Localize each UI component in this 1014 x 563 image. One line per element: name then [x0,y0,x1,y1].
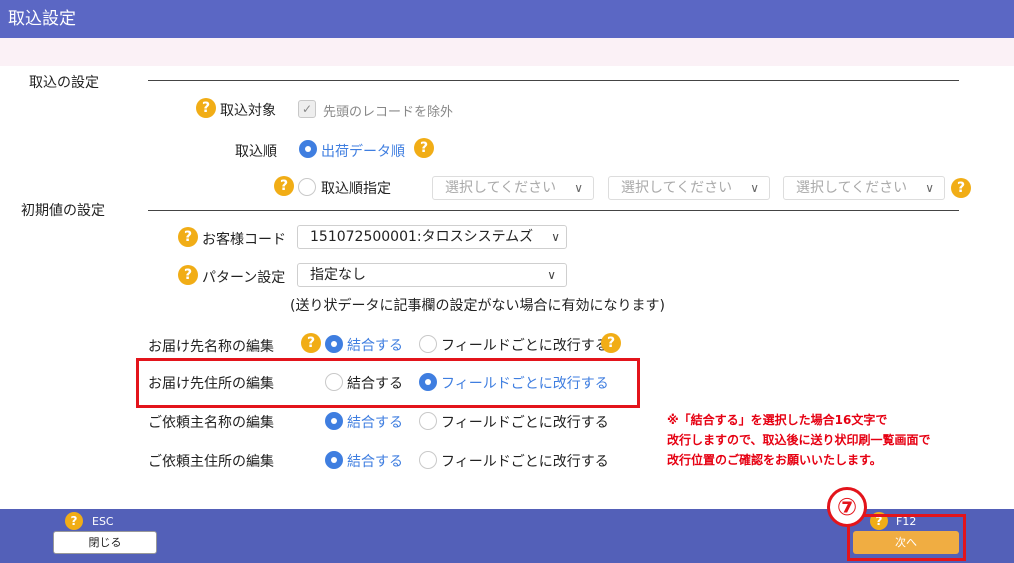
chevron-down-icon: ∨ [750,181,759,195]
skip-header-checkbox[interactable]: ✓ [298,100,316,118]
step-marker: ⑦ [827,487,867,527]
radio-combine-label: 結合する [347,415,403,431]
radio-order-custom-label: 取込順指定 [321,181,391,197]
radio-newline-label: フィールドごとに改行する [441,338,609,354]
help-icon[interactable]: ? [274,176,294,196]
chevron-down-icon: ∨ [551,230,560,244]
help-icon[interactable]: ? [65,512,83,530]
pattern-label: パターン設定 [202,270,286,286]
chevron-down-icon: ∨ [925,181,934,195]
help-icon[interactable]: ? [178,227,198,247]
chevron-down-icon: ∨ [547,268,556,282]
radio-order-shipping-label: 出荷データ順 [321,144,405,160]
order-select-2-value: 選択してください [621,180,733,196]
radio-combine[interactable] [325,451,343,469]
order-label: 取込順 [235,144,277,160]
section-divider [148,210,959,211]
warning-note: ※「結合する」を選択した場合16文字で 改行しますので、取込後に送り状印刷一覧画… [667,410,931,470]
order-select-3-value: 選択してください [796,180,908,196]
help-icon[interactable]: ? [601,333,621,353]
radio-order-shipping[interactable] [299,140,317,158]
help-icon[interactable]: ? [196,98,216,118]
help-icon[interactable]: ? [178,265,198,285]
highlight-box [136,358,640,408]
chevron-down-icon: ∨ [574,181,583,195]
radio-newline-label: フィールドごとに改行する [441,415,609,431]
skip-header-label: 先頭のレコードを除外 [323,105,454,120]
window-title: 取込設定 [0,0,1014,38]
order-select-3[interactable]: 選択してください ∨ [783,176,945,200]
target-label: 取込対象 [220,103,276,119]
header-band [0,38,1014,66]
customer-code-select[interactable]: 151072500001:タロスシステムズ ∨ [297,225,567,249]
radio-newline[interactable] [419,412,437,430]
help-icon[interactable]: ? [414,138,434,158]
warning-line: 改行しますので、取込後に送り状印刷一覧画面で [667,433,931,447]
edit-row-label: お届け先名称の編集 [148,339,274,355]
radio-combine-label: 結合する [347,454,403,470]
warning-line: ※「結合する」を選択した場合16文字で [667,413,888,427]
section-title-import: 取込の設定 [29,75,99,91]
radio-newline[interactable] [419,335,437,353]
radio-order-custom[interactable] [298,178,316,196]
customer-code-value: 151072500001:タロスシステムズ [310,229,534,245]
pattern-note: (送り状データに記事欄の設定がない場合に有効になります) [290,298,665,314]
order-select-2[interactable]: 選択してください ∨ [608,176,770,200]
radio-combine[interactable] [325,412,343,430]
order-select-1[interactable]: 選択してください ∨ [432,176,594,200]
pattern-select[interactable]: 指定なし ∨ [297,263,567,287]
settings-panel: 取込の設定 ? 取込対象 ✓ 先頭のレコードを除外 取込順 出荷データ順 ? ?… [0,66,1014,509]
pattern-value: 指定なし [310,267,366,283]
radio-newline-label: フィールドごとに改行する [441,454,609,470]
close-button[interactable]: 閉じる [53,531,157,554]
radio-newline[interactable] [419,451,437,469]
radio-combine[interactable] [325,335,343,353]
section-divider [148,80,959,81]
warning-line: 改行位置のご確認をお願いいたします。 [667,453,882,467]
help-icon[interactable]: ? [951,178,971,198]
customer-code-label: お客様コード [202,232,286,248]
help-icon[interactable]: ? [301,333,321,353]
edit-row-label: ご依頼主名称の編集 [148,415,274,431]
radio-combine-label: 結合する [347,338,403,354]
edit-row-label: ご依頼主住所の編集 [148,454,274,470]
section-title-initial: 初期値の設定 [21,203,105,219]
esc-key-label: ESC [92,515,114,528]
highlight-box-next [847,514,966,561]
order-select-1-value: 選択してください [445,180,557,196]
